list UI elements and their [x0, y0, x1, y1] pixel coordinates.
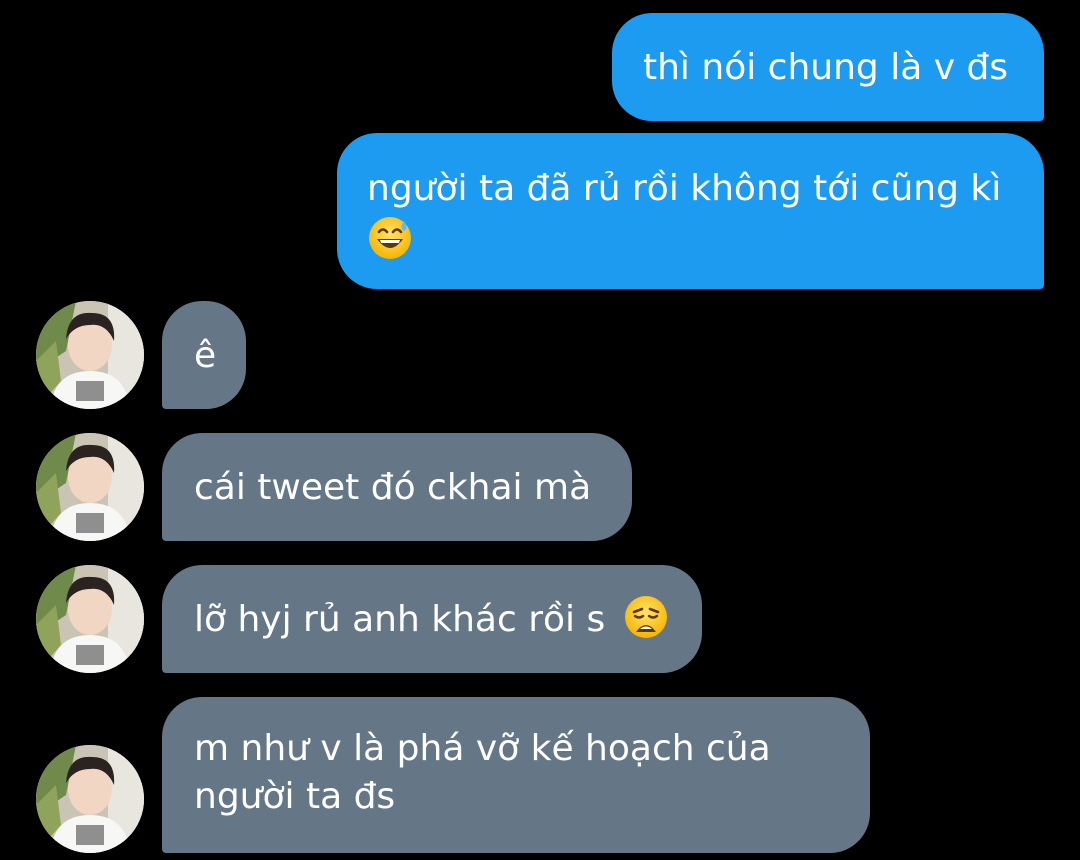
message-text-line: m như v là phá vỡ kế hoạch của [194, 728, 771, 769]
message-text: thì nói chung là v đs [643, 47, 1009, 88]
weary-face-icon [623, 594, 669, 640]
message-text-line: người ta đs [194, 776, 396, 817]
message-bubble-received[interactable]: lỡ hyj rủ anh khác rồi s [162, 565, 702, 673]
message-bubble-received[interactable]: ê [162, 301, 246, 409]
message-bubble-received[interactable]: cái tweet đó ckhai mà [162, 433, 632, 541]
message-text: người ta đã rủ rồi không tới cũng kì [367, 168, 1002, 209]
message-text: ê [194, 335, 217, 376]
avatar[interactable] [36, 301, 144, 409]
message-text: cái tweet đó ckhai mà [194, 467, 592, 508]
message-bubble-sent[interactable]: thì nói chung là v đs [612, 13, 1044, 121]
avatar[interactable] [36, 565, 144, 673]
avatar[interactable] [36, 745, 144, 853]
avatar[interactable] [36, 433, 144, 541]
message-bubble-sent[interactable]: người ta đã rủ rồi không tới cũng kì [337, 133, 1044, 289]
message-bubble-received[interactable]: m như v là phá vỡ kế hoạch của người ta … [162, 697, 870, 853]
message-text: lỡ hyj rủ anh khác rồi s [194, 599, 606, 640]
grinning-face-with-sweat-icon [367, 215, 413, 261]
